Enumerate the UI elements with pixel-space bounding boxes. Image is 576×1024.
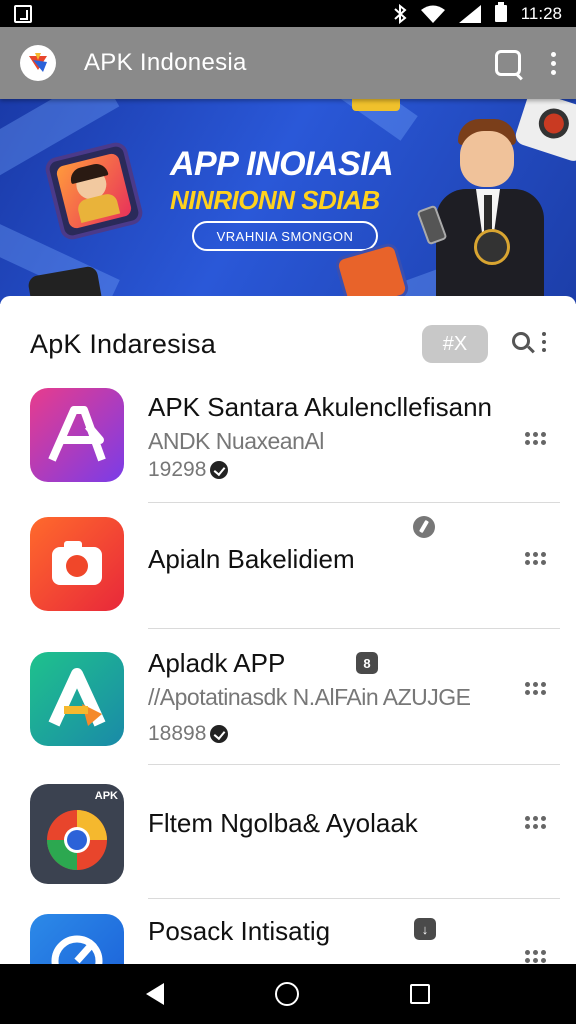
- app-badge-icon: ↓: [414, 918, 436, 940]
- app-name[interactable]: Posack Intisatig: [148, 916, 330, 947]
- system-navigation-bar: [0, 964, 576, 1024]
- app-name[interactable]: Fltem Ngolba& Ayolaak: [148, 808, 418, 839]
- app-developer: //Apotatinasdk N.AlFAin AZUJGE: [148, 684, 471, 710]
- overflow-menu-icon[interactable]: [551, 51, 556, 75]
- bluetooth-icon: [394, 3, 407, 24]
- back-icon[interactable]: [145, 983, 164, 1005]
- app-download-count: 19298: [148, 458, 229, 482]
- section-title: ApK Indaresisa: [30, 328, 216, 359]
- app-icon[interactable]: APK: [30, 784, 124, 884]
- list-item[interactable]: Apialn Bakelidiem: [0, 516, 576, 654]
- edit-badge-icon: [413, 516, 435, 538]
- list-item[interactable]: APK Santara Akulencllefisann ANDK Nuaxea…: [0, 388, 576, 524]
- home-icon[interactable]: [274, 982, 299, 1006]
- app-download-count: 18898: [148, 722, 229, 746]
- app-count-value: 19298: [148, 458, 207, 481]
- app-icon[interactable]: [30, 388, 124, 482]
- status-bar: 11:28: [0, 0, 576, 27]
- app-logo-icon[interactable]: [20, 45, 56, 81]
- list-divider: [148, 898, 560, 899]
- more-options-icon[interactable]: [525, 816, 546, 829]
- section-header: ApK Indaresisa #X: [0, 296, 576, 392]
- banner-title: APP INOIASIA: [170, 145, 394, 183]
- notification-download-icon: [14, 4, 32, 23]
- app-name[interactable]: APK Santara Akulencllefisann: [148, 392, 492, 423]
- app-icon[interactable]: [30, 517, 124, 611]
- list-divider: [148, 764, 560, 765]
- app-icon[interactable]: [30, 652, 124, 746]
- app-badge-icon: 8: [356, 652, 378, 674]
- verified-icon: [210, 725, 229, 743]
- more-options-icon[interactable]: [525, 950, 546, 963]
- app-name[interactable]: Apialn Bakelidiem: [148, 544, 355, 575]
- app-count-value: 18898: [148, 722, 207, 745]
- wifi-icon: [420, 5, 445, 23]
- battery-icon: [494, 2, 507, 22]
- verified-icon: [210, 461, 229, 479]
- app-developer: ANDK NuaxeanAl: [148, 428, 324, 454]
- more-options-icon[interactable]: [525, 432, 546, 445]
- list-item[interactable]: Apladk APP 8 //Apotatinasdk N.AlFAin AZU…: [0, 648, 576, 794]
- list-divider: [148, 502, 560, 503]
- status-time: 11:28: [520, 3, 562, 23]
- search-icon[interactable]: [495, 50, 521, 76]
- banner-phone-card: [43, 140, 145, 242]
- app-icon[interactable]: [30, 914, 124, 964]
- recent-apps-icon[interactable]: [410, 984, 431, 1004]
- app-name[interactable]: Apladk APP: [148, 648, 285, 679]
- filter-chip[interactable]: #X: [422, 325, 488, 363]
- banner-cta-button[interactable]: VRAHNIA SMONGON: [192, 221, 378, 251]
- cell-signal-icon: [458, 4, 481, 23]
- app-icon-badge: APK: [94, 790, 118, 802]
- more-options-icon[interactable]: [525, 682, 546, 695]
- list-item[interactable]: APK Fltem Ngolba& Ayolaak: [0, 784, 576, 918]
- app-list-panel: ApK Indaresisa #X APK Santara Akulenclle…: [0, 296, 576, 964]
- list-divider: [148, 628, 560, 629]
- app-bar: APK Indonesia: [0, 27, 576, 99]
- more-options-icon[interactable]: [525, 552, 546, 565]
- promo-banner[interactable]: APP INOIASIA NINRIONN SDIAB VRAHNIA SMON…: [0, 99, 576, 304]
- banner-subtitle: NINRIONN SDIAB: [170, 185, 380, 215]
- app-title: APK Indonesia: [84, 49, 247, 76]
- list-item[interactable]: Posack Intisatig ↓: [0, 914, 576, 964]
- search-options-icon[interactable]: [512, 329, 546, 359]
- banner-yellow-tile-decoration: [352, 99, 400, 111]
